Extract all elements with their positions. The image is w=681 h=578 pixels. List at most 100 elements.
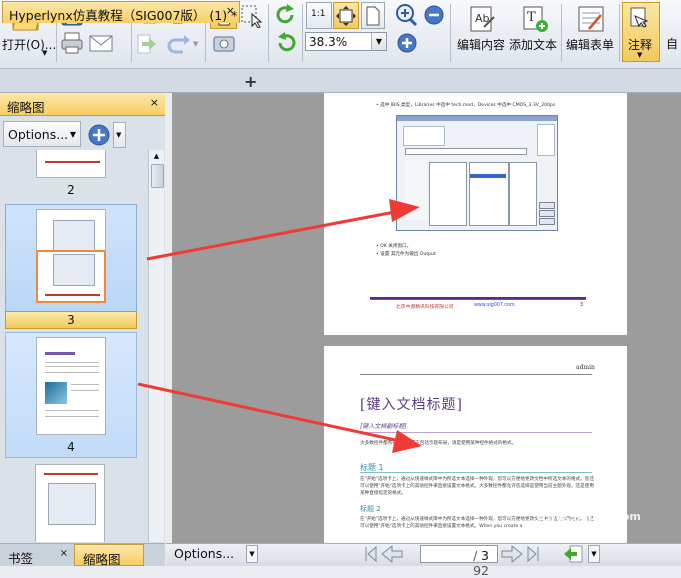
view-options-dropdown[interactable]: Options... ▼ xyxy=(170,545,258,563)
footer-company: 北京中源精讯科技有限公司 xyxy=(396,305,454,310)
new-tab-button[interactable]: + xyxy=(244,72,257,91)
add-text-button[interactable]: T 添加文本 xyxy=(508,2,560,62)
thumbnail-page-3[interactable]: 3 xyxy=(5,204,137,329)
scroll-up-arrow[interactable]: ▲ xyxy=(151,152,162,162)
tab-label: 书签 xyxy=(8,551,34,566)
edit-content-label: 编辑内容 xyxy=(457,38,506,52)
next-page-icon[interactable] xyxy=(501,544,523,564)
page-header-author: admin xyxy=(576,364,595,371)
fit-width-button[interactable] xyxy=(361,2,385,29)
footer-page-number: 3 xyxy=(580,303,584,308)
sidebar-bottom-tabs: 书签 × 缩略图 xyxy=(0,543,165,567)
tab-thumbnails[interactable]: 缩略图 xyxy=(74,544,144,567)
paragraph-1: 在"开始"选项卡上，通过从快速样式库中为所选文本选择一种外观，您可以方便地更改文… xyxy=(360,477,594,496)
thumbnail-page-2[interactable]: 2 xyxy=(5,150,137,200)
previous-page-icon[interactable] xyxy=(381,544,403,564)
watermark: www.sig007.com xyxy=(536,510,641,523)
close-icon[interactable]: × xyxy=(150,96,159,109)
page-thumbnail-image xyxy=(35,464,105,542)
options-label: Options... xyxy=(8,127,69,142)
select-text-icon[interactable] xyxy=(240,4,264,28)
add-text-label: 添加文本 xyxy=(509,38,558,52)
tab-title: Hyperlynx仿真教程（SIG007版） (1) * xyxy=(9,8,238,23)
thumbnail-page-number: 4 xyxy=(67,440,75,454)
chevron-down-icon[interactable]: ▼ xyxy=(588,545,600,563)
svg-text:T: T xyxy=(527,10,536,25)
edit-form-icon xyxy=(578,6,604,32)
current-page-highlight: 3 xyxy=(5,311,137,329)
heading-rule xyxy=(360,472,592,473)
sidebar-scrollbar[interactable]: ▲ xyxy=(148,150,164,542)
chevron-down-icon: ▼ xyxy=(246,545,258,563)
page3-bullet-3: • 设置 其元件为输出 Output xyxy=(376,252,436,257)
thumbnail-size-dropdown[interactable]: ▼ xyxy=(113,122,126,148)
page-icon xyxy=(366,6,380,26)
close-icon[interactable]: × xyxy=(60,548,68,559)
mail-icon[interactable] xyxy=(88,32,114,54)
edit-form-button[interactable]: 编辑表单 xyxy=(564,2,616,62)
zoom-in-icon[interactable] xyxy=(395,3,419,27)
thumbnail-page-4[interactable]: 4 xyxy=(5,332,137,458)
document-title-placeholder: [键入文档标题] xyxy=(360,397,463,413)
overflow-label[interactable]: 自 xyxy=(666,35,678,52)
thumbnail-page-5[interactable] xyxy=(5,462,137,542)
first-page-icon[interactable] xyxy=(365,545,377,563)
chevron-down-icon: ▼ xyxy=(42,49,48,57)
zoom-in-plus-icon[interactable] xyxy=(395,31,419,55)
document-tab-bar xyxy=(0,69,681,93)
tab-label: 缩略图 xyxy=(83,552,121,567)
fit-page-button[interactable] xyxy=(333,2,359,29)
thumbnail-page-number: 3 xyxy=(67,313,75,327)
actual-size-button[interactable]: 1:1 xyxy=(306,2,332,29)
last-page-icon[interactable] xyxy=(527,545,539,563)
next-view-icon[interactable] xyxy=(136,33,158,55)
visible-area-frame[interactable] xyxy=(36,250,106,303)
page3-bullet-1: • 选中 IBIS 类型，Libraries 中选中 tech.mod，Devi… xyxy=(376,103,556,108)
edit-content-icon: Ab xyxy=(470,6,495,32)
zoom-level-value: 38.3% xyxy=(309,35,348,49)
open-label: 打开(O)... xyxy=(2,38,57,52)
chevron-down-icon[interactable]: ▼ xyxy=(193,40,198,48)
page-number-input[interactable]: 3 / 92 xyxy=(420,545,498,578)
thumbnail-options-dropdown[interactable]: Options... ▼ xyxy=(3,121,81,147)
title-rule xyxy=(360,432,592,433)
chevron-down-icon: ▼ xyxy=(637,51,643,59)
heading-2: 标题 2 xyxy=(360,505,381,513)
comment-icon xyxy=(630,7,649,28)
scrollbar-thumb[interactable] xyxy=(151,164,164,188)
page-thumbnail-image xyxy=(36,150,106,178)
chevron-down-icon: ▼ xyxy=(116,131,122,139)
first-previous-page-controls xyxy=(365,544,403,564)
chevron-down-icon: ▼ xyxy=(69,130,76,139)
panel-splitter[interactable] xyxy=(166,93,172,543)
options-label: Options... xyxy=(174,546,235,561)
footer-url: www.sig007.com xyxy=(474,303,515,308)
footer-rule-red xyxy=(370,299,586,300)
thumbnail-list: 2 3 4 xyxy=(0,150,148,542)
pdf-page-3: • 选中 IBIS 类型，Libraries 中选中 tech.mod，Devi… xyxy=(324,93,627,335)
edit-form-label: 编辑表单 xyxy=(566,38,615,52)
snapshot-icon[interactable] xyxy=(212,33,236,53)
tab-document[interactable]: Hyperlynx仿真教程（SIG007版） (1) * × xyxy=(2,1,240,23)
sidebar-header: 缩略图 × xyxy=(0,93,165,116)
rotate-clockwise-icon[interactable] xyxy=(274,3,298,27)
rotate-counterclockwise-icon[interactable] xyxy=(274,31,298,55)
embedded-dialog-screenshot xyxy=(396,115,558,231)
close-icon[interactable]: × xyxy=(226,4,235,17)
redo-icon[interactable] xyxy=(165,34,191,54)
go-back-icon[interactable] xyxy=(562,544,584,564)
edit-content-button[interactable]: Ab 编辑内容 xyxy=(455,2,507,62)
annotate-button[interactable]: 注释 ▼ xyxy=(622,2,660,62)
page-thumbnail-image xyxy=(36,337,106,435)
add-text-icon: T xyxy=(523,6,548,32)
header-rule xyxy=(360,374,592,375)
zoom-level-combobox[interactable]: 38.3% ▼ xyxy=(305,32,387,51)
document-subtitle-placeholder: [键入文档副标题] xyxy=(360,423,407,430)
zoom-out-icon[interactable] xyxy=(422,3,446,27)
thumbnail-page-number: 2 xyxy=(67,183,75,197)
chevron-down-icon[interactable]: ▼ xyxy=(371,33,386,50)
print-icon[interactable] xyxy=(60,31,84,55)
enlarge-thumbnail-icon[interactable] xyxy=(87,123,111,147)
sidebar-title: 缩略图 xyxy=(7,100,45,115)
tab-bookmarks[interactable]: 书签 × xyxy=(0,544,74,566)
